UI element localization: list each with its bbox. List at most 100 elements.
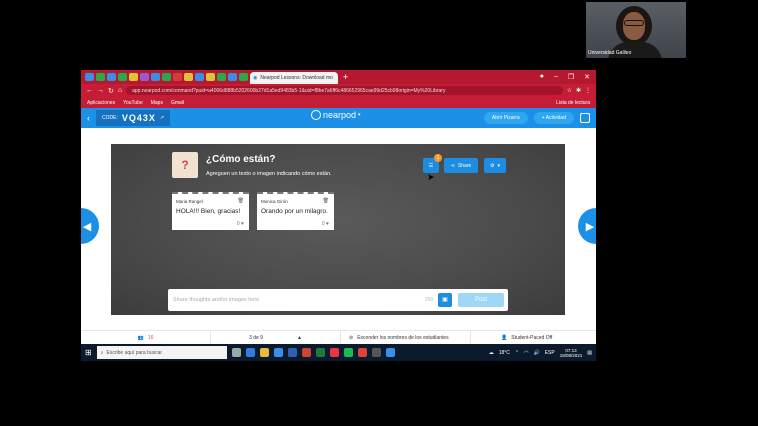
- post-note[interactable]: Monica Girón 🗑 Orando por un milagro. 0 …: [257, 192, 334, 230]
- bookmark-maps[interactable]: Maps: [151, 100, 163, 106]
- store-icon[interactable]: [273, 348, 283, 357]
- minimize-icon[interactable]: –: [554, 73, 558, 81]
- share-button[interactable]: ⋖ Share: [444, 158, 478, 173]
- add-activity-button[interactable]: + Actividad: [533, 112, 574, 124]
- reload-icon[interactable]: ↻: [108, 87, 114, 95]
- post-note[interactable]: Maria Rangel 🗑 HOLA!!! Bien, gracias! 0 …: [172, 192, 249, 230]
- windows-start-icon[interactable]: ⊞: [85, 348, 92, 357]
- bookmark-apps[interactable]: Aplicaciones: [87, 100, 115, 106]
- post-button[interactable]: Post: [458, 293, 504, 307]
- close-icon[interactable]: ✕: [584, 73, 590, 81]
- excel-icon[interactable]: [315, 348, 325, 357]
- volume-icon[interactable]: 🔊: [533, 350, 539, 356]
- taskbar-search-placeholder: Escribe aquí para buscar: [106, 349, 163, 356]
- tab-icon[interactable]: [129, 73, 138, 81]
- note-likes[interactable]: 0 ♥: [322, 221, 329, 227]
- hide-names-label: Esconder los nombres de los estudiantes: [357, 334, 449, 341]
- maximize-icon[interactable]: ❐: [568, 73, 574, 81]
- tab-icon[interactable]: [96, 73, 105, 81]
- hide-names-icon: ⊘: [349, 334, 354, 341]
- task-view-icon[interactable]: [231, 348, 241, 357]
- extensions-icon[interactable]: ✱: [576, 87, 581, 94]
- code-label: CODE:: [102, 115, 118, 121]
- tab-icon[interactable]: [228, 73, 237, 81]
- chrome-icon[interactable]: [357, 348, 367, 357]
- heart-icon: ♥: [326, 221, 329, 227]
- question-icon: ?: [172, 152, 198, 178]
- student-paced-toggle[interactable]: 👤 Student-Paced Off: [471, 331, 560, 344]
- note-likes[interactable]: 0 ♥: [237, 221, 244, 227]
- app-icon[interactable]: [371, 348, 381, 357]
- nearpod-header: ‹ CODE: VQ43X ↗ nearpod ▾ Abrir Pizarra …: [81, 108, 596, 128]
- tray-chevron-icon[interactable]: ⌃: [515, 350, 519, 356]
- system-tray: ☁ 18°C ⌃ ◠ 🔊 ESP 07:13 18/08/2021 ▤: [489, 348, 592, 358]
- forward-icon[interactable]: →: [97, 87, 104, 94]
- image-upload-icon[interactable]: ▣: [438, 293, 452, 307]
- presentation-area: ◀ ▶ ? ¿Cómo están? Agreguen un texto o i…: [81, 128, 596, 330]
- trash-icon[interactable]: 🗑: [323, 198, 329, 204]
- word-icon[interactable]: [287, 348, 297, 357]
- tab-icon[interactable]: [239, 73, 248, 81]
- char-count: 250: [425, 297, 434, 303]
- back-chevron-icon[interactable]: ‹: [87, 113, 90, 123]
- settings-dropdown[interactable]: ⚙ ▾: [484, 158, 506, 173]
- students-count[interactable]: 👥 16: [81, 331, 211, 344]
- clock[interactable]: 07:13 18/08/2021: [560, 348, 583, 358]
- previous-slide-button[interactable]: ◀: [81, 208, 99, 244]
- edge-icon[interactable]: [245, 348, 255, 357]
- tab-icon[interactable]: [151, 73, 160, 81]
- collaborate-board: ? ¿Cómo están? Agreguen un texto o image…: [111, 144, 565, 315]
- tab-icon[interactable]: [206, 73, 215, 81]
- home-icon[interactable]: ⌂: [118, 87, 122, 94]
- bookmark-gmail[interactable]: Gmail: [171, 100, 184, 106]
- powerpoint-icon[interactable]: [301, 348, 311, 357]
- tab-icon[interactable]: [162, 73, 171, 81]
- like-count: 0: [321, 221, 325, 227]
- bookmarks-bar: Aplicaciones YouTube Maps Gmail Lista de…: [81, 97, 596, 108]
- address-bar[interactable]: app.nearpod.com/conmand?puid=a4006d888b5…: [126, 86, 563, 95]
- menu-icon[interactable]: ⋮: [585, 87, 591, 94]
- open-board-button[interactable]: Abrir Pizarra: [483, 112, 528, 124]
- weather-icon[interactable]: ☁: [489, 350, 494, 356]
- network-icon[interactable]: ◠: [524, 350, 528, 356]
- list-icon: ☰: [428, 162, 434, 169]
- new-tab-button[interactable]: +: [343, 72, 348, 82]
- address-bar-row: ← → ↻ ⌂ app.nearpod.com/conmand?puid=a40…: [81, 84, 596, 97]
- zoom-icon[interactable]: [385, 348, 395, 357]
- bookmark-youtube[interactable]: YouTube: [123, 100, 143, 106]
- active-tab[interactable]: ◉ Nearpod Lessons: Download mo: [250, 72, 338, 84]
- back-icon[interactable]: ←: [86, 87, 93, 94]
- reading-list[interactable]: Lista de lectura: [556, 100, 590, 106]
- notifications-icon[interactable]: ▤: [587, 350, 592, 356]
- webcam-feed: Universidad Galileo: [586, 2, 686, 58]
- fullscreen-icon[interactable]: [580, 113, 590, 123]
- post-input[interactable]: Share thoughts and/or images here: [173, 297, 259, 303]
- heart-icon: ♥: [241, 221, 244, 227]
- tab-icon[interactable]: [184, 73, 193, 81]
- slide-navigator[interactable]: 3 de 9 ▲: [211, 331, 341, 344]
- bookmark-star-icon[interactable]: ☆: [567, 87, 572, 94]
- hide-names-toggle[interactable]: ⊘ Esconder los nombres de los estudiante…: [341, 331, 471, 344]
- profile-icon[interactable]: ●: [540, 73, 544, 81]
- note-text: Orando por un milagro.: [261, 208, 328, 215]
- tab-icon[interactable]: [140, 73, 149, 81]
- spotify-icon[interactable]: [343, 348, 353, 357]
- next-slide-button[interactable]: ▶: [578, 208, 596, 244]
- taskbar-search[interactable]: ⌕ Escribe aquí para buscar: [96, 346, 227, 359]
- nearpod-logo[interactable]: nearpod ▾: [311, 110, 361, 120]
- tab-icon[interactable]: [173, 73, 182, 81]
- trash-icon[interactable]: 🗑: [238, 198, 244, 204]
- tab-icon[interactable]: [85, 73, 94, 81]
- tab-icon[interactable]: [118, 73, 127, 81]
- nearpod-tab-icon: ◉: [253, 75, 258, 81]
- session-code[interactable]: CODE: VQ43X ↗: [96, 110, 171, 126]
- tab-icon[interactable]: [107, 73, 116, 81]
- windows-taskbar: ⊞ ⌕ Escribe aquí para buscar ☁ 18°C ⌃ ◠ …: [81, 344, 596, 361]
- tab-icon[interactable]: [217, 73, 226, 81]
- temperature[interactable]: 18°C: [499, 350, 510, 356]
- language-indicator[interactable]: ESP: [545, 350, 555, 356]
- tab-icon[interactable]: [195, 73, 204, 81]
- file-explorer-icon[interactable]: [259, 348, 269, 357]
- app-icon[interactable]: [329, 348, 339, 357]
- participant-name: Universidad Galileo: [588, 50, 632, 56]
